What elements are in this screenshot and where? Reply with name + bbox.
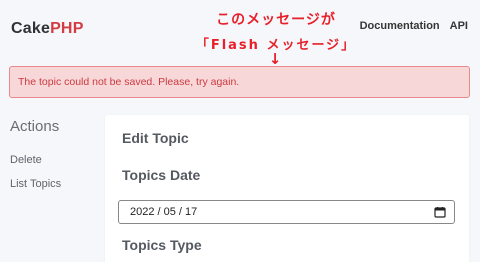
topics-date-label: Topics Date (122, 167, 201, 183)
calendar-icon[interactable] (434, 206, 446, 218)
sidebar-item-delete[interactable]: Delete (10, 154, 42, 166)
annotation-line-1: このメッセージが (216, 12, 336, 28)
form-title: Edit Topic (122, 130, 189, 146)
edit-topic-form: Edit Topic Topics Date 2022 / 05 / 17 To… (105, 115, 469, 262)
flash-error-message[interactable]: The topic could not be saved. Please, tr… (9, 66, 470, 98)
sidebar-heading: Actions (10, 118, 60, 135)
topics-type-label: Topics Type (122, 237, 202, 253)
flash-message-text: The topic could not be saved. Please, tr… (18, 76, 240, 88)
topics-date-value: 2022 / 05 / 17 (130, 206, 198, 218)
sidebar-item-list-topics[interactable]: List Topics (10, 178, 61, 190)
topics-date-input[interactable]: 2022 / 05 / 17 (118, 200, 455, 224)
